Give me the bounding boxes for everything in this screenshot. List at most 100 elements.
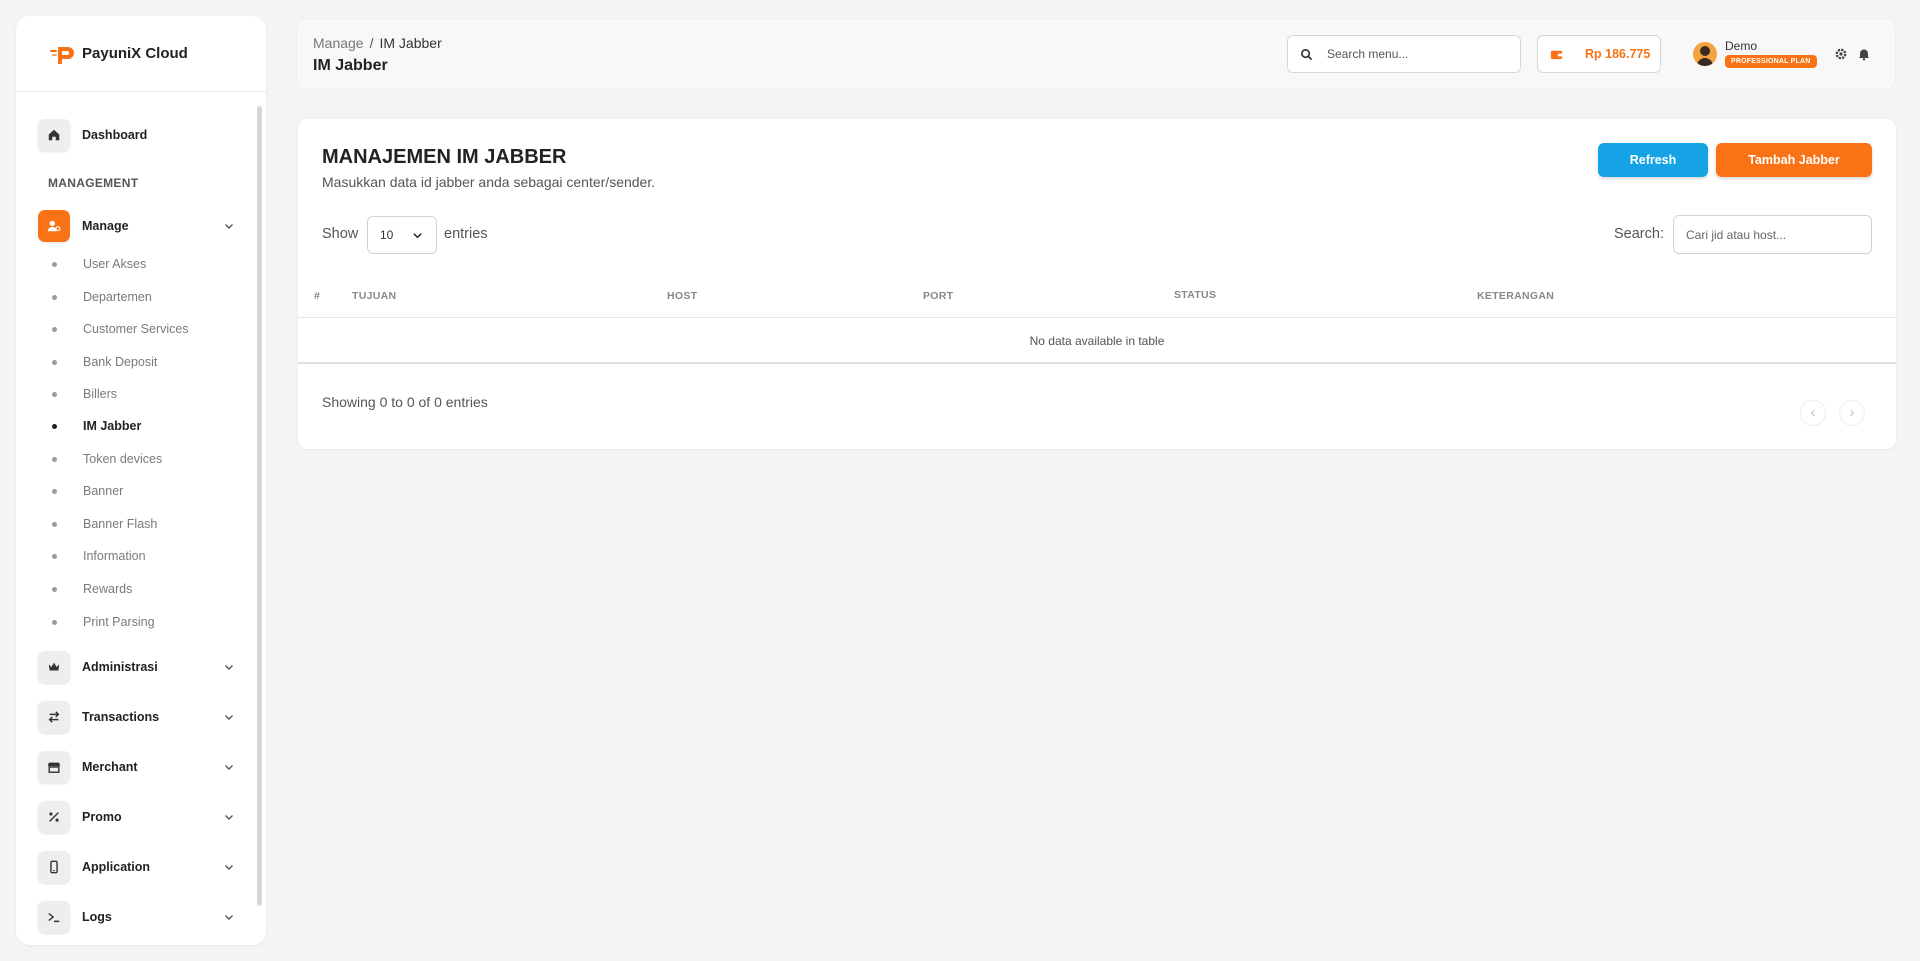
chevron-down-icon <box>225 865 233 870</box>
breadcrumb: Manage / IM Jabber <box>313 35 442 51</box>
search-icon <box>1301 48 1313 60</box>
balance-display[interactable]: Rp 186.775 <box>1537 35 1661 73</box>
bullet-icon <box>52 586 57 592</box>
table-search-label: Search: <box>1614 226 1664 242</box>
bullet-icon <box>52 521 57 527</box>
entries-select[interactable]: 10 <box>367 216 437 254</box>
breadcrumb-separator: / <box>369 35 374 51</box>
sidebar-subitem-rewards[interactable]: Rewards <box>52 579 132 599</box>
brand-logo-icon <box>50 46 74 64</box>
swap-icon <box>38 701 70 733</box>
chevron-down-icon <box>225 224 233 229</box>
avatar[interactable] <box>1693 42 1717 66</box>
chevron-down-icon <box>225 815 233 820</box>
menu-search[interactable] <box>1287 35 1521 73</box>
home-icon <box>38 119 70 151</box>
sidebar-item-merchant[interactable]: Merchant <box>38 750 238 784</box>
column-header-status[interactable]: STATUS <box>1174 289 1216 301</box>
column-header-host[interactable]: HOST <box>667 290 697 302</box>
sidebar: PayuniX Cloud Dashboard MANAGEMENT Manag… <box>16 16 266 945</box>
sidebar-subitem-customer-services[interactable]: Customer Services <box>52 319 189 339</box>
column-header-tujuan[interactable]: TUJUAN <box>352 290 396 302</box>
column-header-port[interactable]: PORT <box>923 290 953 302</box>
chevron-down-icon <box>225 665 233 670</box>
table-empty-row: No data available in table <box>1029 333 1165 348</box>
user-cog-icon <box>38 210 70 242</box>
bullet-icon <box>52 261 57 267</box>
sidebar-item-label: Transactions <box>82 710 160 724</box>
column-header-keterangan[interactable]: KETERANGAN <box>1477 290 1554 302</box>
sidebar-subitem-billers[interactable]: Billers <box>52 384 117 404</box>
brand[interactable]: PayuniX Cloud <box>16 16 266 92</box>
wallet-icon <box>1550 50 1563 59</box>
gear-icon[interactable] <box>1834 47 1848 61</box>
card-subtitle: Masukkan data id jabber anda sebagai cen… <box>322 174 656 190</box>
bullet-icon <box>52 359 57 365</box>
sidebar-item-label: Promo <box>82 810 122 824</box>
breadcrumb-parent[interactable]: Manage <box>313 35 364 51</box>
table-search-input[interactable] <box>1673 215 1872 254</box>
user-name: Demo <box>1725 39 1758 53</box>
sidebar-item-label: Logs <box>82 910 112 924</box>
brand-name: PayuniX Cloud <box>82 45 188 62</box>
mobile-icon <box>38 851 70 883</box>
chevron-down-icon <box>225 715 233 720</box>
store-icon <box>38 751 70 783</box>
sidebar-item-manage[interactable]: Manage <box>38 209 238 243</box>
bullet-icon <box>52 294 57 300</box>
bullet-icon <box>52 488 57 494</box>
bell-icon[interactable] <box>1857 47 1871 61</box>
sidebar-item-application[interactable]: Application <box>38 850 238 884</box>
bullet-icon <box>52 456 57 462</box>
sidebar-subitem-print-parsing[interactable]: Print Parsing <box>52 612 155 632</box>
bullet-icon <box>52 391 57 397</box>
plan-badge: PROFESSIONAL PLAN <box>1725 55 1817 68</box>
sidebar-item-transactions[interactable]: Transactions <box>38 700 238 734</box>
sidebar-subitem-banner-flash[interactable]: Banner Flash <box>52 514 157 534</box>
bullet-icon <box>52 553 57 559</box>
sidebar-scrollbar[interactable] <box>257 106 262 906</box>
bullet-icon <box>52 619 57 625</box>
pagination-previous[interactable] <box>1800 400 1826 426</box>
sidebar-item-dashboard[interactable]: Dashboard <box>38 118 238 152</box>
menu-search-input[interactable] <box>1327 47 1497 61</box>
add-jabber-button[interactable]: Tambah Jabber <box>1716 143 1872 177</box>
column-header-number[interactable]: # <box>314 290 320 302</box>
chevron-down-icon <box>413 233 422 239</box>
percent-icon <box>38 801 70 833</box>
chevron-down-icon <box>225 765 233 770</box>
sidebar-subitem-label: IM Jabber <box>83 419 142 433</box>
sidebar-subitem-information[interactable]: Information <box>52 546 146 566</box>
sidebar-item-label: Application <box>82 860 151 874</box>
sidebar-subitem-im-jabber[interactable]: IM Jabber <box>52 416 141 436</box>
sidebar-subitem-label: Token devices <box>83 452 163 466</box>
refresh-button[interactable]: Refresh <box>1598 143 1708 177</box>
chevron-right-icon <box>1850 409 1855 417</box>
pagination-next[interactable] <box>1839 400 1865 426</box>
sidebar-item-promo[interactable]: Promo <box>38 800 238 834</box>
bullet-icon <box>52 423 57 429</box>
entries-label: entries <box>444 226 488 242</box>
sidebar-subitem-departemen[interactable]: Departemen <box>52 287 152 307</box>
sidebar-subitem-label: Billers <box>83 387 118 401</box>
sidebar-subitem-user-akses[interactable]: User Akses <box>52 254 146 274</box>
top-header: Manage / IM Jabber IM Jabber Rp 186.775 De… <box>296 18 1896 90</box>
sidebar-subitem-label: Departemen <box>83 290 152 304</box>
sidebar-subitem-token-devices[interactable]: Token devices <box>52 449 162 469</box>
show-label: Show <box>322 226 359 242</box>
breadcrumb-current: IM Jabber <box>379 35 442 51</box>
sidebar-subitem-bank-deposit[interactable]: Bank Deposit <box>52 352 157 372</box>
sidebar-subitem-banner[interactable]: Banner <box>52 481 123 501</box>
sidebar-item-logs[interactable]: Logs <box>38 900 238 934</box>
sidebar-subitem-label: Banner Flash <box>83 517 158 531</box>
sidebar-subitem-label: Bank Deposit <box>83 355 158 369</box>
sidebar-subitem-label: User Akses <box>83 257 147 271</box>
bullet-icon <box>52 326 57 332</box>
entries-select-value: 10 <box>380 228 394 242</box>
card-title: MANAJEMEN IM JABBER <box>322 146 567 168</box>
sidebar-item-administrasi[interactable]: Administrasi <box>38 650 238 684</box>
chevron-left-icon <box>1810 409 1815 417</box>
chevron-down-icon <box>225 915 233 920</box>
sidebar-subitem-label: Customer Services <box>83 322 189 336</box>
table-bottom-divider <box>298 362 1896 364</box>
